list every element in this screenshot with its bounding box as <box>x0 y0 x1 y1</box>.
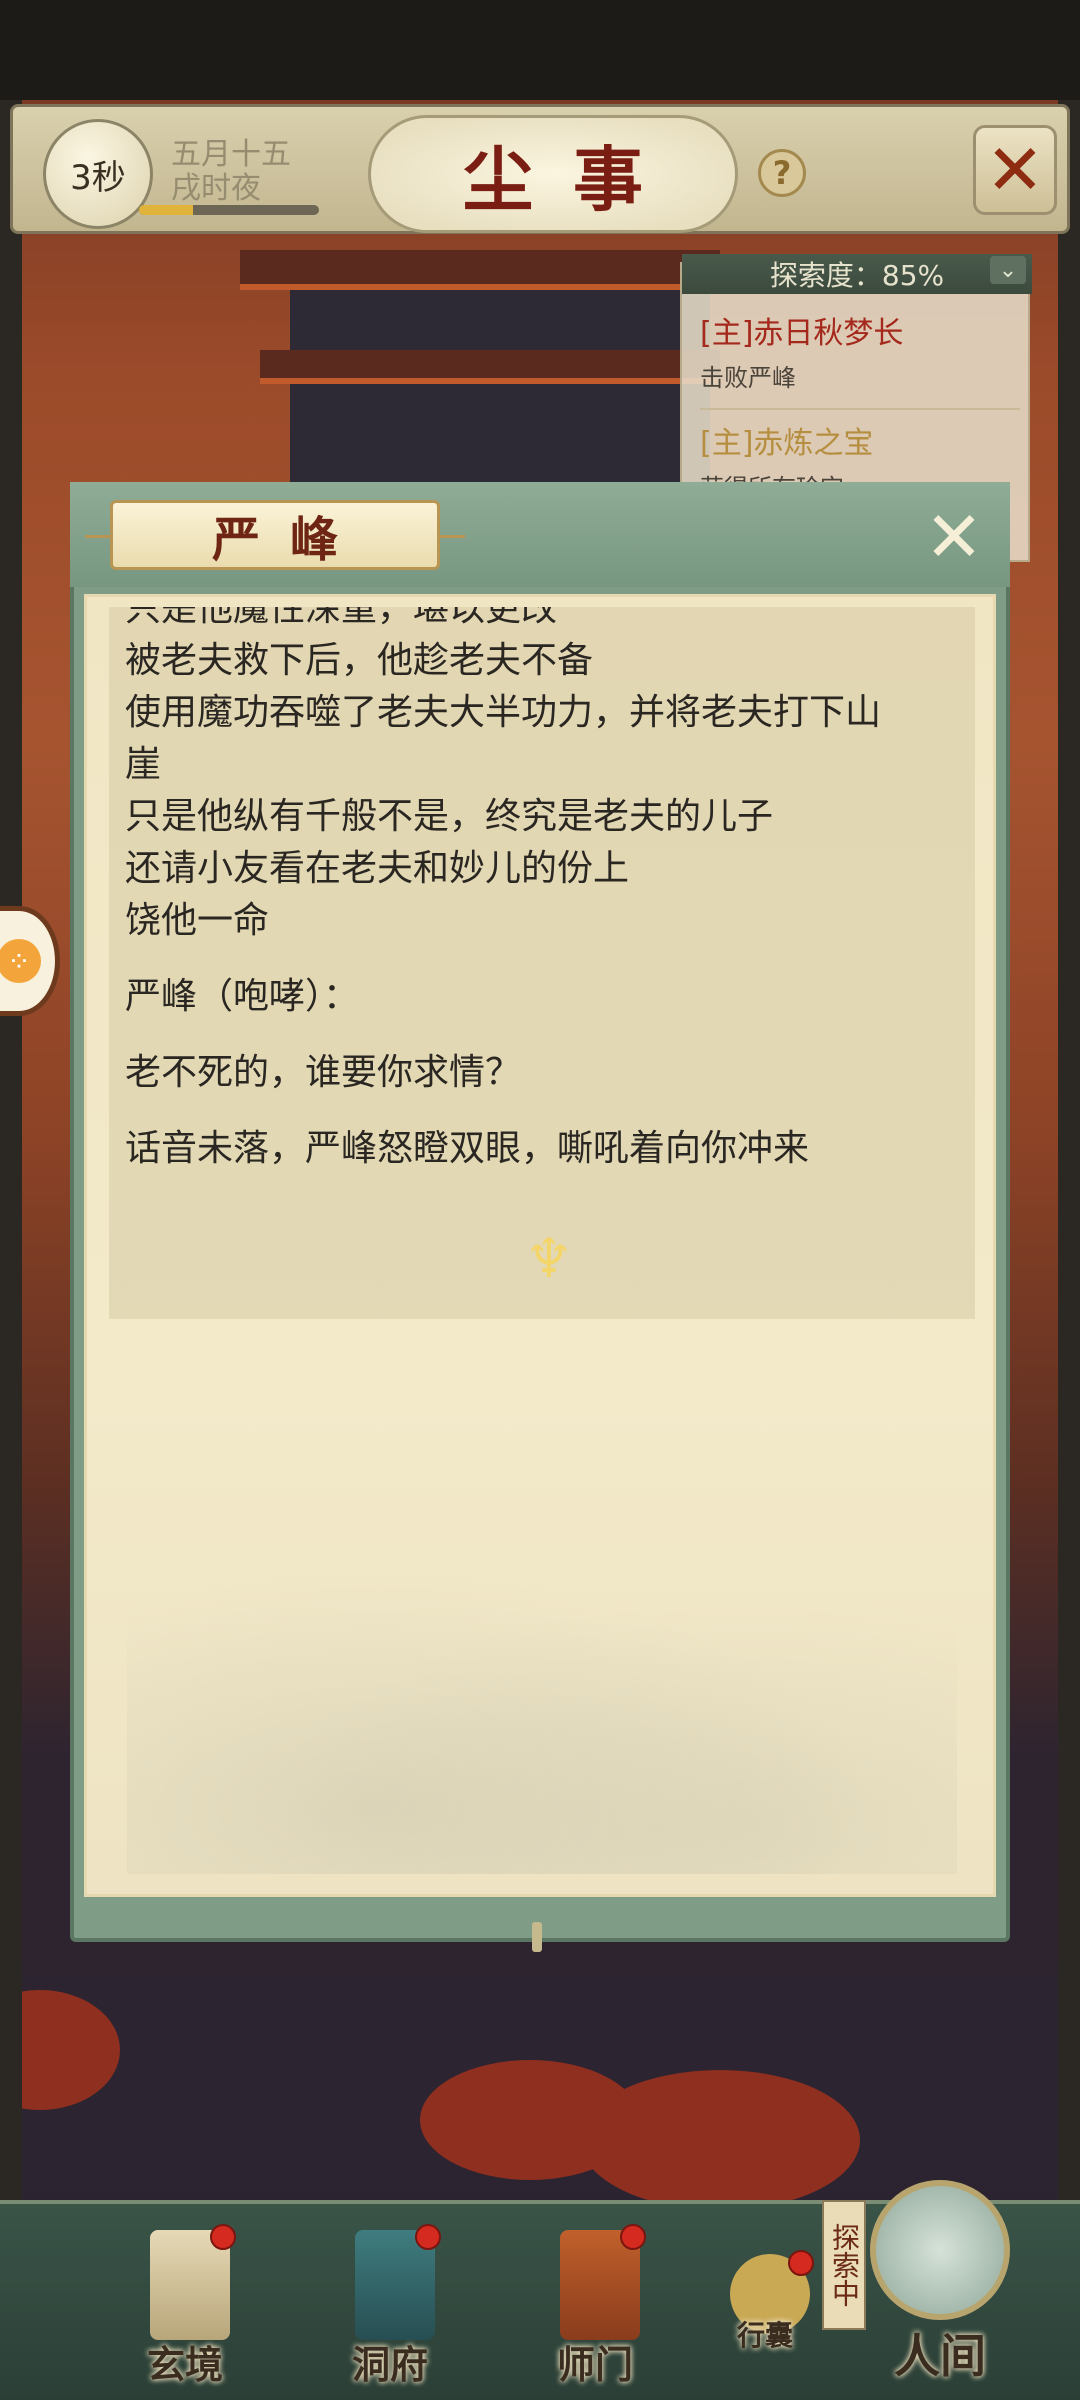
red-tree <box>580 2070 860 2210</box>
nav-label: 人间 <box>894 2329 986 2383</box>
gamepad-icon: ⁘ <box>0 939 41 983</box>
time-progress-fill <box>139 205 193 215</box>
chevron-down-icon[interactable]: ⌄ <box>990 256 1026 284</box>
explore-label: 探索度：85% <box>769 259 945 292</box>
dialog-line: 还请小友看在老夫和妙儿的份上 <box>125 848 630 889</box>
notification-badge <box>788 2250 814 2276</box>
dialog-text-area[interactable]: 只是他魔性深重，堪以更改 被老夫救下后，他趁老夫不备 使用魔功吞噬了老夫大半功力… <box>109 607 975 1319</box>
story-dialog: 严峰 ✕ 只是他魔性深重，堪以更改 被老夫救下后，他趁老夫不备 使用魔功吞噬了老… <box>70 482 1010 1952</box>
nav-item-shimen[interactable]: 师门 <box>520 2224 670 2394</box>
nav-label: 玄境 <box>146 2342 223 2387</box>
dialog-line: 严峰（咆哮）： <box>125 976 360 1017</box>
quest-title: [主]赤炼之宝 <box>700 426 874 461</box>
dialog-line: 只是他纵有千般不是，终究是老夫的儿子 <box>125 796 774 837</box>
dialog-text: 只是他魔性深重，堪以更改 被老夫救下后，他趁老夫不备 使用魔功吞噬了老夫大半功力… <box>125 607 965 1199</box>
notification-badge <box>210 2224 236 2250</box>
dialog-line: 被老夫救下后，他趁老夫不备 <box>125 640 594 681</box>
dialog-paragraph: 老不死的，谁要你求情？ <box>125 1047 965 1099</box>
close-icon[interactable]: ✕ <box>918 502 990 574</box>
dialog-line: 老不死的，谁要你求情？ <box>125 1052 522 1093</box>
time-text: 戌时夜 <box>171 171 261 206</box>
dialog-paper[interactable]: 只是他魔性深重，堪以更改 被老夫救下后，他趁老夫不备 使用魔功吞噬了老夫大半功力… <box>84 594 996 1897</box>
dialog-paragraph: 话音未落，严峰怒瞪双眼，嘶吼着向你冲来 <box>125 1123 965 1175</box>
nav-item-bag[interactable]: 行囊 <box>690 2224 840 2394</box>
nav-label: 行囊 <box>736 2319 793 2352</box>
dialog-paragraph: 严峰（咆哮）： <box>125 971 965 1023</box>
explore-progress: 探索度：85% ⌄ <box>682 254 1032 294</box>
left-frame <box>0 100 22 2220</box>
nav-item-dongfu[interactable]: 洞府 <box>315 2224 465 2394</box>
crossed-swords-icon[interactable]: ✕ <box>973 125 1057 215</box>
pagoda-roof <box>240 250 720 290</box>
quest-subtitle: 击败严峰 <box>700 364 796 392</box>
quest-item[interactable]: [主]赤日秋梦长 击败严峰 <box>700 308 1020 393</box>
dialog-line: 饶他一命 <box>125 900 270 941</box>
nav-label: 师门 <box>556 2342 633 2387</box>
world-orb-icon <box>870 2180 1010 2320</box>
right-frame <box>1058 100 1080 2220</box>
top-bar: 3秒 五月十五 戌时夜 尘事 ? ✕ <box>10 104 1070 234</box>
dialog-line: 只是他魔性深重，堪以更改 <box>125 607 558 629</box>
quest-title: [主]赤日秋梦长 <box>700 316 904 351</box>
page-title: 尘事 <box>368 115 738 233</box>
dialog-header: 严峰 ✕ <box>70 482 1010 587</box>
nav-item-xuanjing[interactable]: 玄境 <box>110 2224 260 2394</box>
dialog-paragraph: 只是他魔性深重，堪以更改 被老夫救下后，他趁老夫不备 使用魔功吞噬了老夫大半功力… <box>125 607 965 947</box>
pagoda-roof <box>260 350 720 384</box>
dialog-line: 话音未落，严峰怒瞪双眼，嘶吼着向你冲来 <box>125 1128 810 1169</box>
nav-item-world[interactable]: 人间 <box>860 2180 1020 2390</box>
time-progress-bar <box>139 205 319 215</box>
notification-badge <box>415 2224 441 2250</box>
mountain-mist-decoration <box>127 1534 957 1874</box>
timer-badge: 3秒 <box>43 119 153 229</box>
question-icon[interactable]: ? <box>758 149 806 197</box>
dialog-line: 使用魔功吞噬了老夫大半功力，并将老夫打下山 <box>125 692 882 733</box>
scroll-pin-decoration <box>532 1922 542 1952</box>
speaker-name: 严峰 <box>85 500 465 570</box>
notification-badge <box>620 2224 646 2250</box>
nav-label: 洞府 <box>351 2342 428 2387</box>
dialog-line: 崖 <box>125 744 162 785</box>
continue-arrow-icon[interactable]: ♆ <box>509 1227 589 1290</box>
